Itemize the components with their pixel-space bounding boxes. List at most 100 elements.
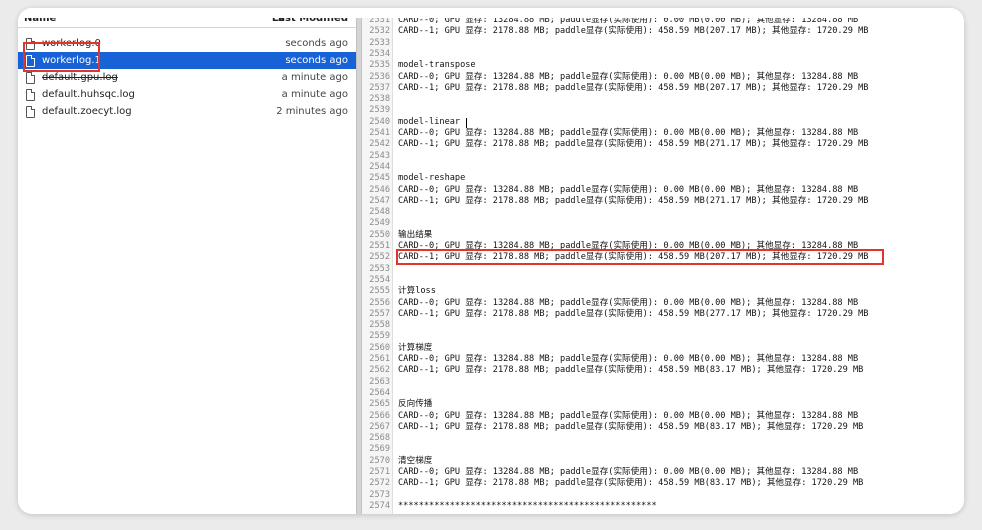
line-text: model-transpose xyxy=(398,60,476,71)
line-number: 2569 xyxy=(369,444,390,455)
file-name: default.gpu.log xyxy=(42,72,118,83)
file-icon xyxy=(26,38,35,50)
code-line: 2557 CARD--1; GPU 显存: 2178.88 MB; paddle显… xyxy=(362,309,868,320)
line-text: ****************************************… xyxy=(398,500,657,511)
file-icon xyxy=(26,89,35,101)
log-editor[interactable]: 2531 CARD--0; GPU 显存: 13284.88 MB; paddle… xyxy=(362,8,964,514)
file-row[interactable]: workerlog.0 seconds ago xyxy=(18,35,356,52)
code-line: 2533 xyxy=(362,38,390,49)
line-text: CARD--1; GPU 显存: 2178.88 MB; paddle显存(实际… xyxy=(398,195,869,206)
code-line: 2568 xyxy=(362,433,390,444)
code-line: 2573 xyxy=(362,490,390,501)
code-line: 2547 CARD--1; GPU 显存: 2178.88 MB; paddle显… xyxy=(362,195,868,207)
line-text: CARD--0; GPU 显存: 13284.88 MB; paddle显存(实… xyxy=(398,354,859,364)
line-text: CARD--1; GPU 显存: 2178.88 MB; paddle显存(实际… xyxy=(398,421,864,432)
line-number: 2564 xyxy=(369,387,390,398)
file-modified: seconds ago xyxy=(285,38,348,49)
line-number: 2546 xyxy=(369,184,390,195)
last-modified-column-header[interactable]: Last Modified xyxy=(272,13,348,24)
line-text: CARD--0; GPU 显存: 13284.88 MB; paddle显存(实… xyxy=(398,410,859,421)
line-number: 2532 xyxy=(369,26,390,37)
line-number: 2558 xyxy=(369,320,390,331)
line-number: 2534 xyxy=(369,48,390,59)
code-line: 2558 xyxy=(362,320,390,331)
code-line: 2536 CARD--0; GPU 显存: 13284.88 MB; paddle… xyxy=(362,71,858,83)
code-line: 2570 清空梯度 xyxy=(362,455,432,467)
line-number: 2572 xyxy=(369,478,390,489)
code-line: 2532 CARD--1; GPU 显存: 2178.88 MB; paddle显… xyxy=(362,26,868,37)
file-row[interactable]: default.zoecyt.log 2 minutes ago xyxy=(18,103,356,120)
code-line: 2556 CARD--0; GPU 显存: 13284.88 MB; paddle… xyxy=(362,297,858,309)
file-list-header: Name ▲ Last Modified xyxy=(18,10,356,28)
file-row[interactable]: workerlog.1 seconds ago xyxy=(18,52,356,69)
file-modified: 2 minutes ago xyxy=(276,106,348,117)
file-row[interactable]: default.gpu.log a minute ago xyxy=(18,69,356,86)
code-line: 2550 输出结果 xyxy=(362,229,432,241)
line-text: 反向传播 xyxy=(398,399,433,410)
line-text: CARD--0; GPU 显存: 13284.88 MB; paddle显存(实… xyxy=(398,128,859,138)
line-number: 2568 xyxy=(369,433,390,444)
line-text: CARD--0; GPU 显存: 13284.88 MB; paddle显存(实… xyxy=(398,297,859,308)
line-number: 2566 xyxy=(369,410,390,421)
code-line: 2541 CARD--0; GPU 显存: 13284.88 MB; paddle… xyxy=(362,128,858,139)
code-line: 2555 计算loss xyxy=(362,286,436,297)
line-number: 2571 xyxy=(369,467,390,477)
code-line: 2548 xyxy=(362,207,390,218)
line-text: 计算梯度 xyxy=(398,342,433,353)
line-text: 计算loss xyxy=(398,286,436,297)
file-name: workerlog.0 xyxy=(42,38,101,49)
line-text: CARD--1; GPU 显存: 2178.88 MB; paddle显存(实际… xyxy=(398,308,869,319)
code-line: 2567 CARD--1; GPU 显存: 2178.88 MB; paddle显… xyxy=(362,421,863,433)
line-text: CARD--1; GPU 显存: 2178.88 MB; paddle显存(实际… xyxy=(398,82,869,93)
line-text: model-reshape xyxy=(398,173,466,184)
line-number: 2565 xyxy=(369,399,390,410)
line-number: 2544 xyxy=(369,161,390,172)
code-line: 2562 CARD--1; GPU 显存: 2178.88 MB; paddle显… xyxy=(362,365,863,376)
line-number: 2533 xyxy=(369,37,390,48)
code-line: 2563 xyxy=(362,377,390,388)
line-number: 2561 xyxy=(369,354,390,364)
line-text: CARD--0; GPU 显存: 13284.88 MB; paddle显存(实… xyxy=(398,467,859,477)
name-column-header[interactable]: Name xyxy=(24,13,56,24)
file-name: default.zoecyt.log xyxy=(42,106,132,117)
line-number: 2541 xyxy=(369,128,390,138)
code-line: 2535 model-transpose xyxy=(362,60,475,71)
file-row[interactable]: default.huhsqc.log a minute ago xyxy=(18,86,356,103)
line-number: 2574 xyxy=(369,500,390,511)
line-number: 2560 xyxy=(369,342,390,353)
file-icon xyxy=(26,55,35,67)
line-number: 2543 xyxy=(369,150,390,161)
code-line: 2549 xyxy=(362,218,390,229)
line-text: CARD--1; GPU 显存: 2178.88 MB; paddle显存(实际… xyxy=(398,252,869,263)
code-line: 2551 CARD--0; GPU 显存: 13284.88 MB; paddle… xyxy=(362,241,858,252)
line-number: 2556 xyxy=(369,297,390,308)
line-number: 2570 xyxy=(369,455,390,466)
file-browser-panel: Name ▲ Last Modified workerlog.0 seconds … xyxy=(18,8,356,514)
code-line: 2561 CARD--0; GPU 显存: 13284.88 MB; paddle… xyxy=(362,354,858,365)
line-number: 2562 xyxy=(369,365,390,376)
line-text: CARD--0; GPU 显存: 13284.88 MB; paddle显存(实… xyxy=(398,15,859,25)
line-number: 2567 xyxy=(369,421,390,432)
code-line: 2554 xyxy=(362,275,390,286)
file-modified: a minute ago xyxy=(281,72,348,83)
code-line: 2538 xyxy=(362,94,390,105)
file-name: workerlog.1 xyxy=(42,55,101,66)
line-number: 2540 xyxy=(369,116,390,127)
line-text: CARD--1; GPU 显存: 2178.88 MB; paddle显存(实际… xyxy=(398,26,869,37)
code-line: 2545 model-reshape xyxy=(362,173,465,184)
code-line: 2560 计算梯度 xyxy=(362,342,432,354)
code-line: 2565 反向传播 xyxy=(362,399,432,410)
code-line: 2544 xyxy=(362,162,390,173)
line-text: CARD--1; GPU 显存: 2178.88 MB; paddle显存(实际… xyxy=(398,365,864,376)
code-line: 2572 CARD--1; GPU 显存: 2178.88 MB; paddle显… xyxy=(362,478,863,489)
code-line: 2539 xyxy=(362,105,390,116)
line-number: 2538 xyxy=(369,94,390,105)
line-number: 2550 xyxy=(369,229,390,240)
line-number: 2536 xyxy=(369,71,390,82)
code-line: 2552 CARD--1; GPU 显存: 2178.88 MB; paddle显… xyxy=(362,252,868,263)
line-text: CARD--0; GPU 显存: 13284.88 MB; paddle显存(实… xyxy=(398,184,859,195)
line-number: 2547 xyxy=(369,195,390,206)
line-number: 2548 xyxy=(369,207,390,218)
line-number: 2573 xyxy=(369,489,390,500)
line-text: model-linear xyxy=(398,116,461,127)
